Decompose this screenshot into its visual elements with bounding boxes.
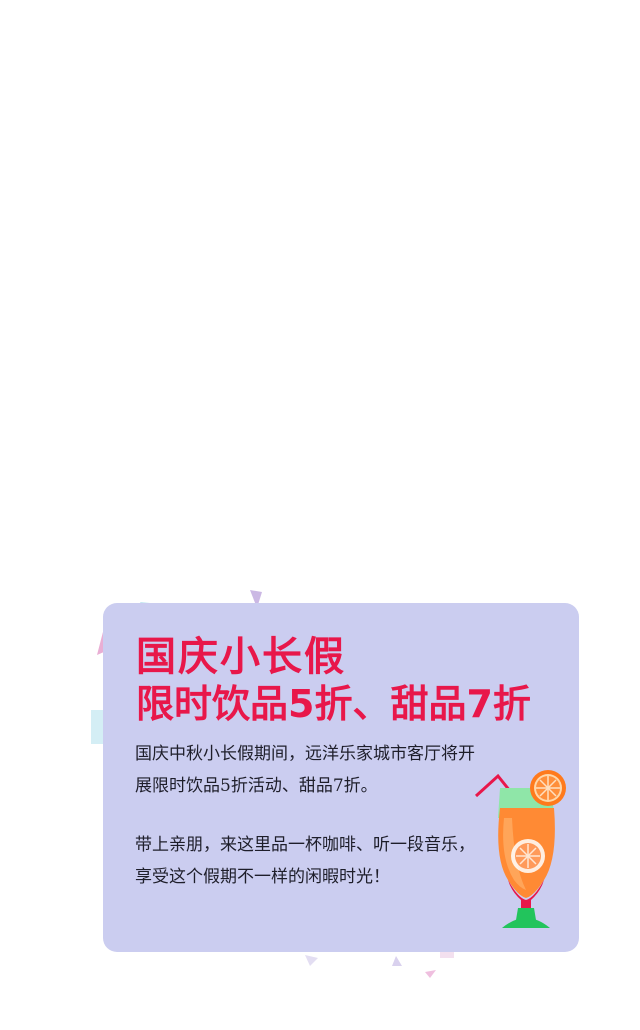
promo-paragraph-1: 国庆中秋小长假期间，远洋乐家城市客厅将开展限时饮品5折活动、甜品7折。 (135, 744, 475, 796)
confetti-triangle-icon (305, 955, 318, 966)
orange-slice-icon (530, 770, 566, 806)
promo-paragraph-2: 带上亲朋，来这里品一杯咖啡、听一段音乐，享受这个假期不一样的闲暇时光！ (135, 835, 475, 887)
promo-headline-2: 限时饮品5折、甜品7折 (136, 682, 531, 726)
orange-slice-icon (511, 839, 545, 873)
cocktail-glass-icon (474, 770, 566, 928)
confetti-triangle-icon (425, 970, 436, 978)
confetti-triangle-icon (392, 956, 402, 966)
